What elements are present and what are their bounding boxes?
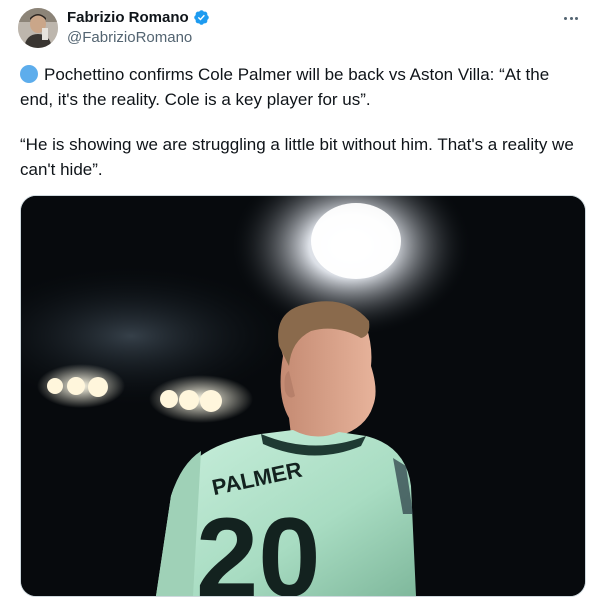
- tweet-paragraph-text: Pochettino confirms Cole Palmer will be …: [20, 65, 550, 109]
- tweet-text: Pochettino confirms Cole Palmer will be …: [20, 62, 580, 182]
- avatar[interactable]: [18, 8, 58, 48]
- author-handle[interactable]: @FabrizioRomano: [67, 29, 192, 46]
- tweet-paragraph: Pochettino confirms Cole Palmer will be …: [20, 62, 580, 112]
- more-options-button[interactable]: [561, 8, 581, 28]
- verified-badge-icon: [193, 9, 210, 26]
- avatar-image: [18, 8, 58, 48]
- photo-image: PALMER 20: [21, 196, 585, 596]
- more-dot: [569, 16, 573, 20]
- author-display-name[interactable]: Fabrizio Romano: [67, 9, 189, 26]
- blue-circle-emoji: [20, 65, 38, 83]
- author-name-row: Fabrizio Romano: [67, 9, 210, 26]
- tweet-paragraph: “He is showing we are struggling a littl…: [20, 135, 574, 179]
- more-dot: [574, 16, 578, 20]
- tweet-card: Fabrizio Romano @FabrizioRomano Pochetti…: [0, 0, 599, 597]
- tweet-photo[interactable]: PALMER 20: [20, 195, 586, 597]
- more-horizontal-icon: [564, 16, 568, 20]
- shirt-number: 20: [196, 495, 321, 596]
